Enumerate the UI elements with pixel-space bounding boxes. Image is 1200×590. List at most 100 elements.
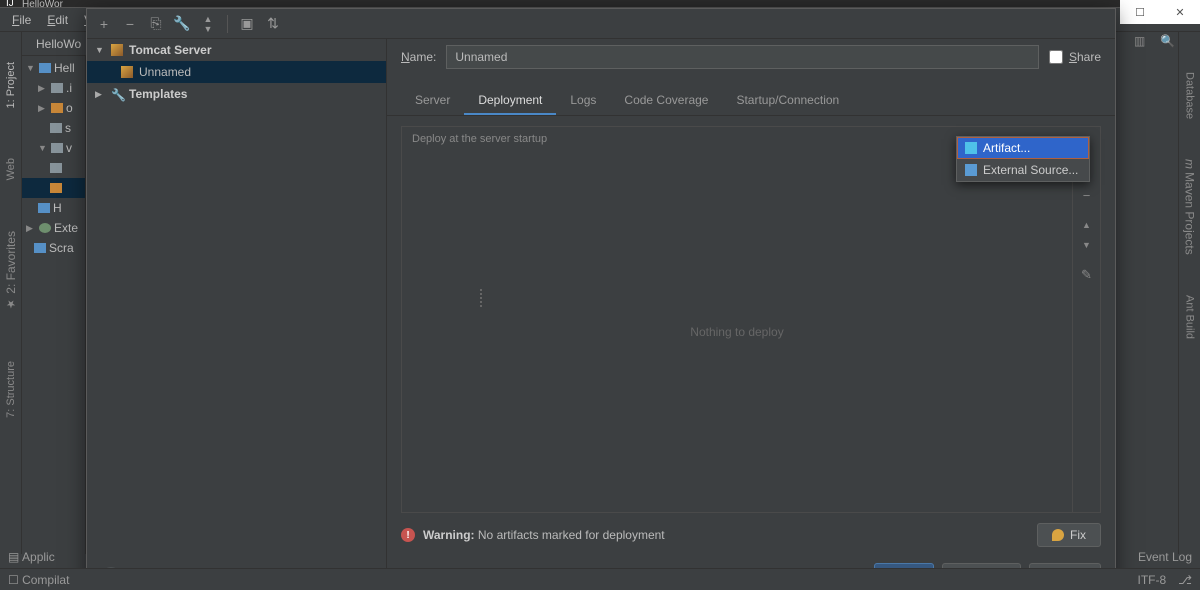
tool-web[interactable]: Web [5, 158, 17, 180]
deploy-panel: Deploy at the server startup Nothing to … [401, 126, 1101, 513]
tree-item[interactable]: Scra [22, 238, 85, 258]
menu-edit[interactable]: Edit [41, 11, 74, 29]
tree-item[interactable]: s [22, 118, 85, 138]
tool-favorites[interactable]: ★ 2: Favorites [4, 231, 18, 311]
config-tabs: Server Deployment Logs Code Coverage Sta… [387, 87, 1115, 116]
up-button[interactable]: ▲▼ [199, 15, 217, 33]
intellij-icon: IJ [6, 0, 14, 9]
config-label: Unnamed [139, 65, 191, 79]
popup-label: External Source... [983, 163, 1078, 177]
popup-external-source[interactable]: External Source... [957, 159, 1089, 181]
tool-structure[interactable]: 7: Structure [5, 361, 17, 418]
deploy-edit-button[interactable]: ✎ [1079, 267, 1095, 283]
remove-config-button[interactable]: − [121, 15, 139, 33]
add-config-button[interactable]: + [95, 15, 113, 33]
dialog-toolbar: + − ⎘ 🔧 ▲▼ ▣ ⇅ [87, 9, 1115, 39]
deploy-down-button[interactable]: ▼ [1079, 237, 1095, 253]
popup-label: Artifact... [983, 141, 1030, 155]
view-icon[interactable]: ▥ [1134, 34, 1150, 50]
tool-maven[interactable]: m Maven Projects [1183, 159, 1197, 255]
share-checkbox[interactable]: Share [1049, 50, 1101, 64]
group-label: Templates [129, 87, 187, 101]
left-tool-strip: 1: Project Web ★ 2: Favorites 7: Structu… [0, 32, 22, 554]
deploy-empty-text: Nothing to deploy [402, 151, 1072, 512]
window-controls: ☐ ✕ [1120, 0, 1200, 24]
status-git[interactable]: ⎇ [1178, 573, 1192, 587]
tree-item[interactable] [22, 158, 85, 178]
tab-deployment[interactable]: Deployment [464, 87, 556, 115]
external-source-icon [965, 164, 977, 176]
share-checkbox-input[interactable] [1049, 50, 1063, 64]
close-button[interactable]: ✕ [1160, 0, 1200, 24]
project-panel: Projec ▼Hell ▶.i ▶o s ▼v H ▶Exte Scra [22, 32, 86, 554]
bulb-icon [1052, 529, 1064, 541]
tomcat-icon [111, 44, 123, 56]
tab-logs[interactable]: Logs [556, 87, 610, 115]
deploy-side-toolbar: + − ▲ ▼ ✎ [1072, 151, 1100, 512]
file-icon [38, 203, 50, 213]
tool-project[interactable]: 1: Project [5, 62, 17, 108]
search-icon[interactable]: 🔍 [1160, 34, 1176, 50]
status-bar: ☐ Compilat ITF-8 ⎇ [0, 568, 1200, 590]
config-tree: ▼ Tomcat Server Unnamed ▶🔧 Templates [87, 39, 387, 589]
name-label: Name: [401, 50, 436, 64]
tree-item[interactable]: ▼v [22, 138, 85, 158]
folder-icon [51, 83, 63, 93]
tree-item[interactable]: ▼Hell [22, 58, 85, 78]
app-title: HelloWor [22, 0, 63, 10]
status-encoding[interactable]: ITF-8 [1138, 573, 1167, 587]
status-compilat[interactable]: ☐ Compilat [8, 573, 69, 587]
tool-applic[interactable]: ▤ Applic [8, 550, 55, 564]
separator [227, 15, 228, 33]
breadcrumb[interactable]: HelloWo [22, 32, 86, 56]
split-handle[interactable] [480, 289, 485, 319]
event-log[interactable]: Event Log [1138, 550, 1192, 564]
lib-icon [39, 223, 51, 233]
deploy-up-button[interactable]: ▲ [1079, 217, 1095, 233]
title-bar: IJ HelloWor [0, 0, 1200, 8]
tree-item[interactable]: ▶Exte [22, 218, 85, 238]
right-tool-strip: Database m Maven Projects Ant Build [1178, 32, 1200, 554]
sort-button[interactable]: ⇅ [264, 15, 282, 33]
warning-icon: ! [401, 528, 415, 542]
tree-item[interactable]: ▶o [22, 98, 85, 118]
folder-icon [39, 63, 51, 73]
maximize-button[interactable]: ☐ [1120, 0, 1160, 24]
config-group-templates[interactable]: ▶🔧 Templates [87, 83, 386, 105]
popup-artifact[interactable]: Artifact... [957, 137, 1089, 159]
tab-startup[interactable]: Startup/Connection [722, 87, 853, 115]
copy-config-button[interactable]: ⎘ [147, 15, 165, 33]
tree-item[interactable]: H [22, 198, 85, 218]
config-group-tomcat[interactable]: ▼ Tomcat Server [87, 39, 386, 61]
deploy-remove-button[interactable]: − [1079, 187, 1095, 203]
tomcat-icon [121, 66, 133, 78]
artifact-icon [965, 142, 977, 154]
run-config-dialog: + − ⎘ 🔧 ▲▼ ▣ ⇅ ▼ Tomcat Server Unnamed ▶… [86, 8, 1116, 590]
group-label: Tomcat Server [129, 43, 211, 57]
tab-server[interactable]: Server [401, 87, 464, 115]
tool-ant[interactable]: Ant Build [1184, 295, 1196, 339]
name-input[interactable] [446, 45, 1039, 69]
top-right-icons: ▥ 🔍 [1134, 34, 1176, 50]
folder-icon [51, 103, 63, 113]
project-tree: ▼Hell ▶.i ▶o s ▼v H ▶Exte Scra [22, 56, 85, 260]
folder-button[interactable]: ▣ [238, 15, 256, 33]
wrench-icon: 🔧 [111, 88, 123, 100]
warning-text: Warning: No artifacts marked for deploym… [423, 528, 665, 542]
folder-icon [50, 123, 62, 133]
folder-icon [50, 163, 62, 173]
scratch-icon [34, 243, 46, 253]
menu-file[interactable]: File [6, 11, 37, 29]
breadcrumb-label: HelloWo [36, 37, 81, 51]
tree-item-selected[interactable] [22, 178, 85, 198]
config-item-unnamed[interactable]: Unnamed [87, 61, 386, 83]
tool-database[interactable]: Database [1184, 72, 1196, 119]
settings-button[interactable]: 🔧 [173, 15, 191, 33]
file-icon [50, 183, 62, 193]
tree-item[interactable]: ▶.i [22, 78, 85, 98]
folder-icon [51, 143, 63, 153]
tab-coverage[interactable]: Code Coverage [610, 87, 722, 115]
tool-buttons-row: ▤ Applic Event Log [0, 546, 1200, 568]
fix-button[interactable]: Fix [1037, 523, 1101, 547]
add-deploy-popup: Artifact... External Source... [956, 136, 1090, 182]
